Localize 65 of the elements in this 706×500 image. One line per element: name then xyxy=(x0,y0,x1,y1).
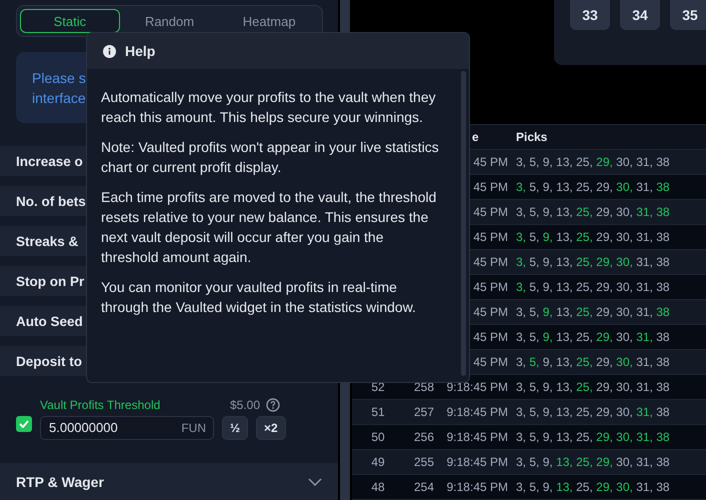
table-cell-text: 45 PM xyxy=(472,255,508,269)
table-cell: 254 xyxy=(414,480,434,494)
picks-cell: 3, 5, 9, 13, 25, 29, 30, 31, 38 xyxy=(516,230,670,244)
table-cell-text: 45 PM xyxy=(472,280,508,294)
table-cell-text: 9:18:45 PM xyxy=(446,455,508,469)
number-tile[interactable]: 34 xyxy=(620,0,660,30)
field-label: Vault Profits Threshold xyxy=(40,398,162,412)
help-paragraph: Note: Vaulted profits won't appear in your live statistics chart or current profit display. xyxy=(101,138,439,177)
picks-cell: 3, 5, 9, 13, 25, 29, 30, 31, 38 xyxy=(516,205,670,219)
table-cell-text: 45 PM xyxy=(472,230,508,244)
table-cell-text: 45 PM xyxy=(472,180,508,194)
table-cell: 52 xyxy=(371,380,385,394)
picks-cell: 3, 5, 9, 13, 25, 29, 30, 31, 38 xyxy=(516,480,670,494)
popup-title: Help xyxy=(125,43,156,59)
help-paragraph: Automatically move your profits to the vault when they reach this amount. This helps secure your winnings. xyxy=(101,88,437,127)
table-cell-text: 9:18:45 PM xyxy=(446,405,508,419)
table-cell: 48 xyxy=(371,480,385,494)
scrollbar[interactable] xyxy=(461,71,466,376)
picks-cell: 3, 5, 9, 13, 25, 29, 30, 31, 38 xyxy=(516,430,670,444)
tab[interactable]: Static xyxy=(20,9,120,33)
table-cell-text: 45 PM xyxy=(472,330,508,344)
table-cell: 256 xyxy=(414,430,434,444)
picks-cell: 3, 5, 9, 13, 25, 29, 30, 31, 38 xyxy=(516,280,670,294)
picks-cell: 3, 5, 9, 13, 25, 29, 30, 31, 38 xyxy=(516,455,670,469)
table-cell-text: 9:18:45 PM xyxy=(446,380,508,394)
table-cell: 49 xyxy=(371,455,385,469)
table-cell: 257 xyxy=(414,405,434,419)
half-button[interactable]: ½ xyxy=(222,416,248,440)
currency-label: FUN xyxy=(181,420,206,434)
tab[interactable]: Random xyxy=(120,9,220,33)
picks-cell: 3, 5, 9, 13, 25, 29, 30, 31, 38 xyxy=(516,405,670,419)
table-cell: 258 xyxy=(414,380,434,394)
number-tile[interactable]: 35 xyxy=(670,0,706,30)
help-paragraph: You can monitor your vaulted profits in real-time through the Vaulted widget in the statistics window. xyxy=(101,278,417,317)
picks-cell: 3, 5, 9, 13, 25, 29, 30, 31, 38 xyxy=(516,305,670,319)
check-icon xyxy=(19,420,29,428)
tab[interactable]: Heatmap xyxy=(219,9,320,33)
picks-cell: 3, 5, 9, 13, 25, 29, 30, 31, 38 xyxy=(516,180,670,194)
column-header: Picks xyxy=(516,130,548,144)
notice-text: Please s xyxy=(32,68,86,88)
notice-text: interface xyxy=(32,88,86,108)
picks-cell: 3, 5, 9, 13, 25, 29, 30, 31, 38 xyxy=(516,255,670,269)
double-button[interactable]: ×2 xyxy=(256,416,286,440)
table-cell-text: 45 PM xyxy=(472,305,508,319)
info-icon xyxy=(103,44,116,58)
picks-cell: 3, 5, 9, 13, 25, 29, 30, 31, 38 xyxy=(516,155,670,169)
picks-cell: 3, 5, 9, 13, 25, 29, 30, 31, 38 xyxy=(516,355,670,369)
number-tile[interactable]: 33 xyxy=(570,0,610,30)
help-paragraph: Each time profits are moved to the vault, the threshold resets relative to your new balance. This ensures the next vault deposit will occur after you gain the threshold amount again. xyxy=(101,188,438,267)
table-cell-text: 45 PM xyxy=(472,155,508,169)
chevron-icon xyxy=(308,478,322,486)
column-header: e xyxy=(471,130,480,144)
section-header[interactable]: RTP & Wager xyxy=(0,463,338,500)
usd-amount: $5.00 xyxy=(230,398,260,412)
table-cell: 51 xyxy=(371,405,385,419)
checkbox[interactable] xyxy=(16,416,32,432)
table-cell-text: 45 PM xyxy=(472,205,508,219)
table-cell: 255 xyxy=(414,455,434,469)
table-cell-text: 9:18:45 PM xyxy=(446,430,508,444)
table-cell-text: 45 PM xyxy=(472,355,508,369)
table-cell: 50 xyxy=(371,430,385,444)
picks-cell: 3, 5, 9, 13, 25, 29, 30, 31, 38 xyxy=(516,380,670,394)
help-icon[interactable] xyxy=(266,398,280,412)
table-cell-text: 9:18:45 PM xyxy=(446,480,508,494)
picks-cell: 3, 5, 9, 13, 25, 29, 30, 31, 38 xyxy=(516,330,670,344)
